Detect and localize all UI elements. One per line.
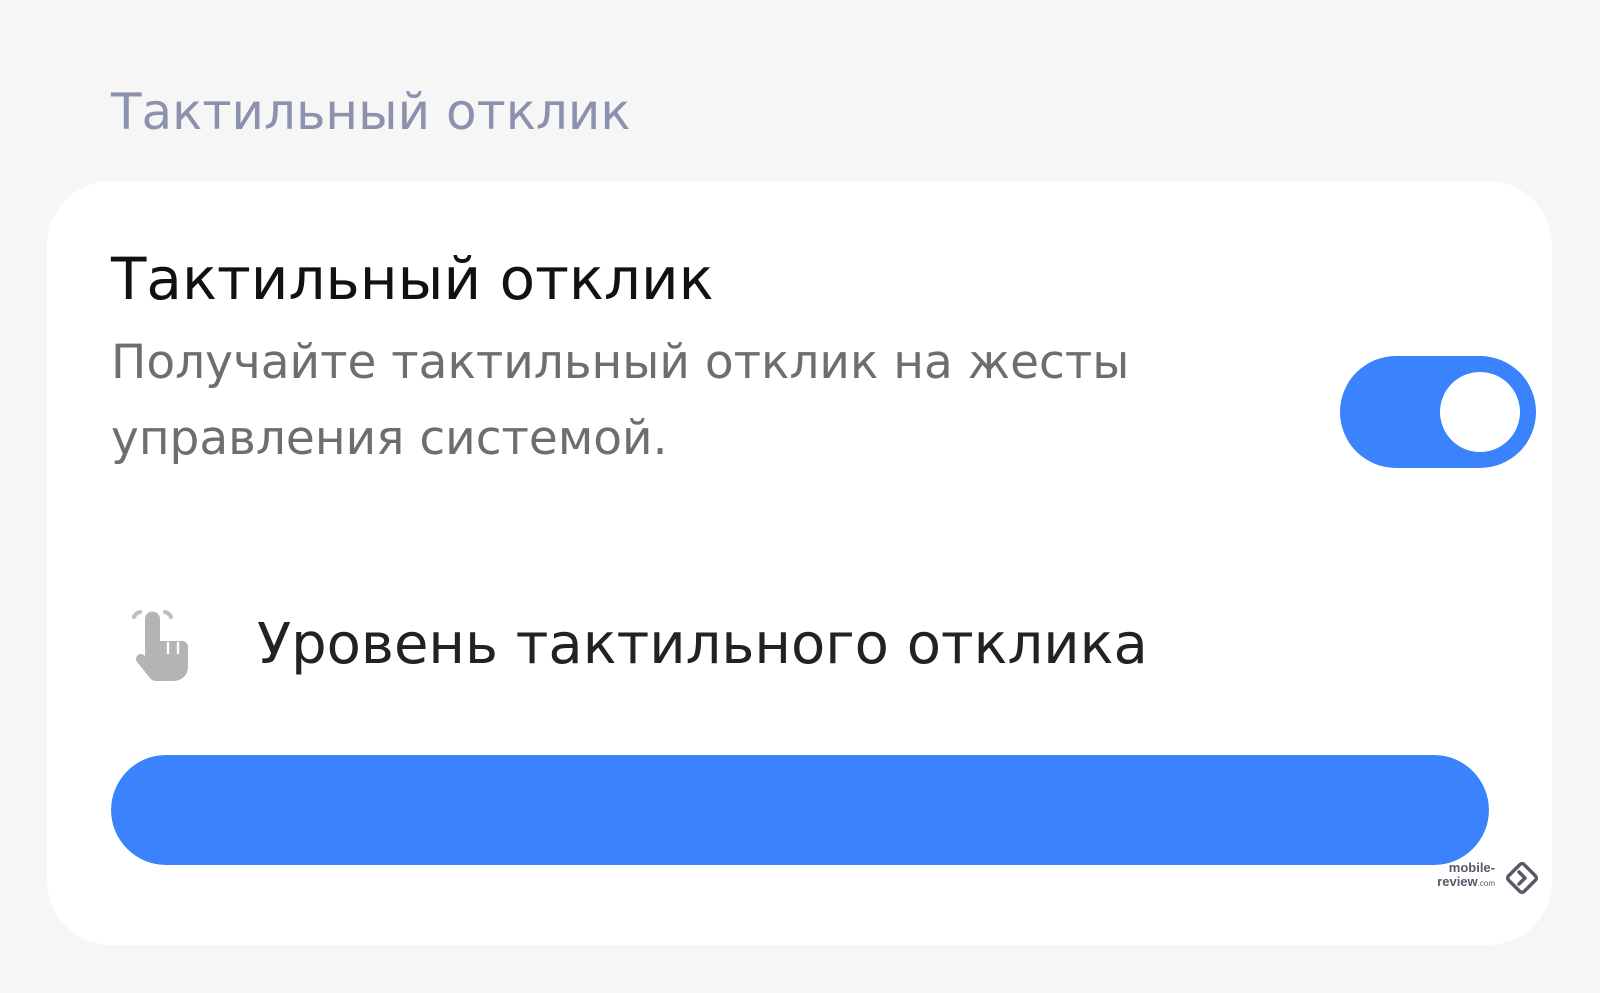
haptic-feedback-toggle[interactable] (1340, 356, 1536, 468)
watermark-text-line2: review.com (1437, 875, 1495, 891)
haptic-level-slider[interactable] (111, 755, 1489, 865)
watermark-text-line1: mobile- (1448, 860, 1495, 875)
watermark-logo: mobile- review.com (1431, 859, 1541, 899)
watermark-diamond-icon (1505, 861, 1539, 895)
setting-description: Получайте тактильный отклик на жесты упр… (111, 335, 1130, 466)
watermark-text-suffix: .com (1477, 879, 1495, 888)
section-header: Тактильный отклик (111, 83, 631, 141)
hand-tap-icon (132, 610, 188, 681)
watermark-text-review: review (1437, 874, 1478, 889)
setting-title: Тактильный отклик (111, 245, 714, 313)
settings-card: Тактильный отклик Получайте тактильный о… (47, 181, 1552, 945)
slider-fill (111, 755, 1489, 865)
toggle-knob (1440, 372, 1520, 452)
haptic-level-row: Уровень тактильного отклика (111, 603, 1511, 693)
haptic-feedback-setting[interactable]: Тактильный отклик Получайте тактильный о… (111, 237, 1536, 477)
haptic-level-label: Уровень тактильного отклика (257, 612, 1148, 677)
